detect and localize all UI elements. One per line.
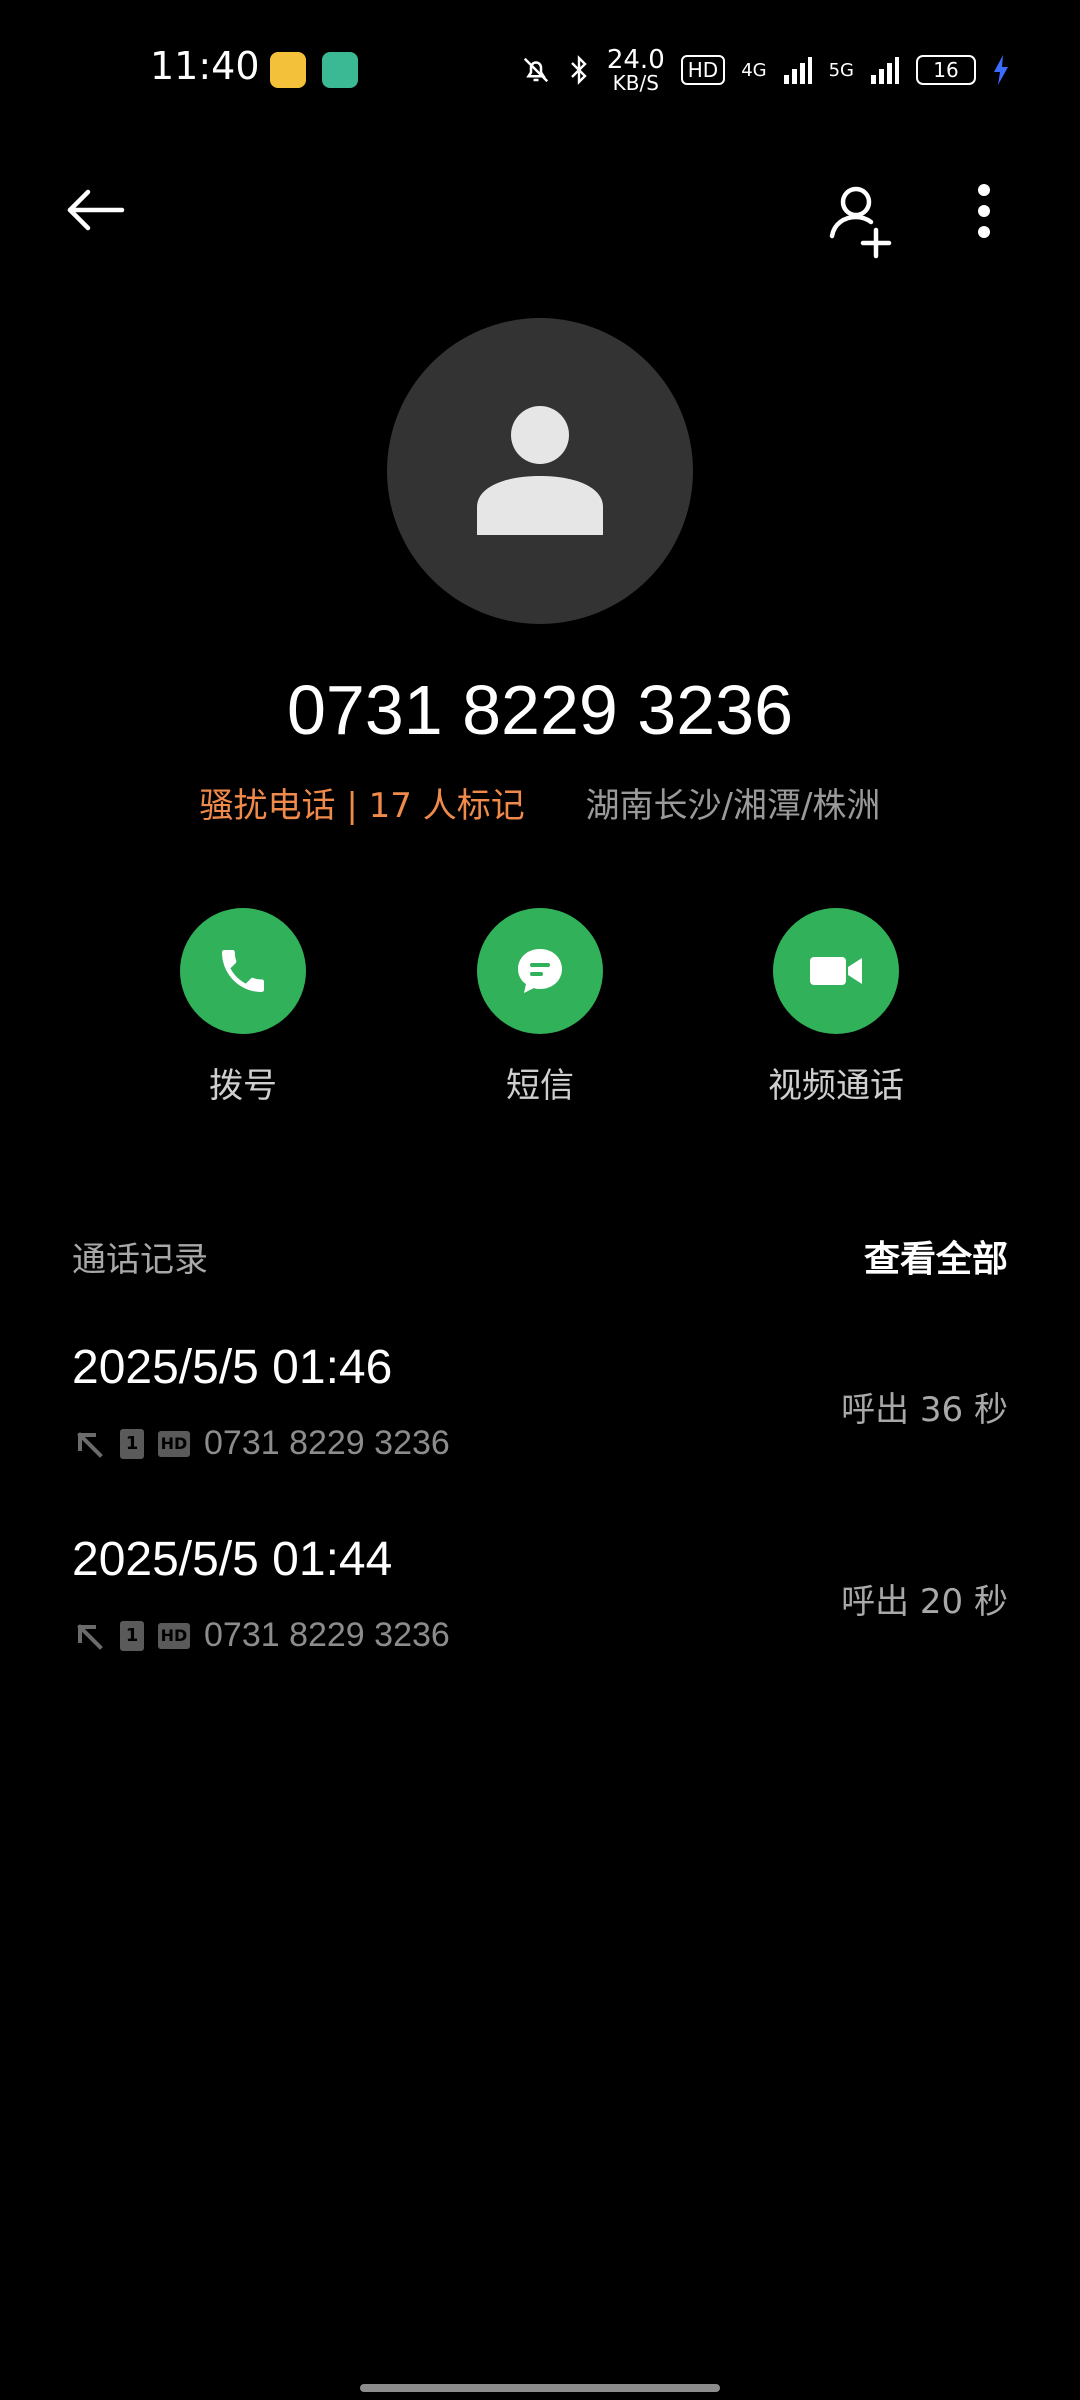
signal-icon bbox=[783, 57, 812, 84]
more-options-button[interactable] bbox=[960, 178, 1008, 262]
signal-label-1: 4G bbox=[741, 59, 767, 81]
hd-call-badge: HD bbox=[158, 1622, 190, 1649]
status-time: 11:40 bbox=[150, 44, 260, 88]
hd-call-badge: HD bbox=[158, 1430, 190, 1457]
call-record[interactable]: 2025/5/5 01:46 1 HD 0731 8229 3236 呼出 36… bbox=[0, 1340, 1080, 1520]
avatar bbox=[387, 318, 693, 624]
battery-icon: 16 bbox=[916, 55, 976, 85]
sms-action[interactable]: 短信 bbox=[430, 908, 650, 1107]
number-tags: 骚扰电话 | 17 人标记 湖南长沙/湘潭/株洲 bbox=[0, 778, 1080, 827]
record-meta: 1 HD 0731 8229 3236 bbox=[72, 1424, 450, 1463]
video-call-button[interactable] bbox=[773, 908, 899, 1034]
spam-tag: 骚扰电话 | 17 人标记 bbox=[199, 786, 525, 826]
phone-number: 0731 8229 3236 bbox=[286, 671, 794, 749]
signal-label-2: 5G bbox=[828, 59, 854, 81]
view-all-link[interactable]: 查看全部 bbox=[864, 1230, 1008, 1282]
status-indicators: 24.0 KB/S HD 4G 5G 16 bbox=[521, 46, 1010, 94]
hd-badge: HD bbox=[680, 55, 726, 85]
sms-button[interactable] bbox=[477, 908, 603, 1034]
dial-action[interactable]: 拨号 bbox=[133, 908, 353, 1107]
record-summary: 呼出 36 秒 bbox=[841, 1390, 1008, 1430]
outgoing-call-icon bbox=[77, 1623, 103, 1650]
sim-badge: 1 bbox=[120, 1620, 144, 1651]
video-call-label: 视频通话 bbox=[768, 1066, 904, 1106]
back-button[interactable] bbox=[62, 180, 132, 250]
record-datetime: 2025/5/5 01:44 bbox=[72, 1533, 393, 1586]
mute-bell-icon bbox=[523, 57, 548, 83]
call-record[interactable]: 2025/5/5 01:44 1 HD 0731 8229 3236 呼出 20… bbox=[0, 1532, 1080, 1712]
outgoing-call-icon bbox=[77, 1431, 103, 1458]
record-number: 0731 8229 3236 bbox=[204, 1616, 450, 1654]
sms-label: 短信 bbox=[506, 1066, 574, 1106]
phone-icon bbox=[222, 950, 264, 992]
location-label: 湖南长沙/湘潭/株洲 bbox=[585, 786, 881, 826]
charging-icon bbox=[994, 55, 1008, 85]
home-indicator[interactable] bbox=[360, 2384, 720, 2392]
record-summary: 呼出 20 秒 bbox=[841, 1582, 1008, 1622]
person-icon bbox=[477, 406, 603, 535]
status-bar: 11:40 24.0 KB/S HD 4G 5G 16 bbox=[0, 0, 1080, 140]
message-icon bbox=[518, 949, 562, 993]
record-number: 0731 8229 3236 bbox=[204, 1424, 450, 1462]
dial-button[interactable] bbox=[180, 908, 306, 1034]
add-contact-button[interactable] bbox=[820, 178, 904, 262]
record-meta: 1 HD 0731 8229 3236 bbox=[72, 1616, 450, 1655]
more-vert-icon bbox=[978, 184, 990, 238]
video-icon bbox=[810, 957, 862, 985]
bluetooth-icon bbox=[570, 55, 587, 85]
sim-badge: 1 bbox=[120, 1428, 144, 1459]
net-speed: 24.0 KB/S bbox=[606, 45, 665, 95]
call-log-title: 通话记录 bbox=[72, 1240, 208, 1280]
back-arrow-icon bbox=[67, 189, 125, 231]
app-notification-icon bbox=[270, 52, 306, 88]
record-datetime: 2025/5/5 01:46 bbox=[72, 1341, 393, 1394]
app-notification-icon-2 bbox=[322, 52, 358, 88]
video-call-action[interactable]: 视频通话 bbox=[726, 908, 946, 1107]
add-person-icon bbox=[829, 186, 892, 259]
dial-label: 拨号 bbox=[209, 1066, 277, 1106]
signal-icon-2 bbox=[871, 57, 899, 84]
